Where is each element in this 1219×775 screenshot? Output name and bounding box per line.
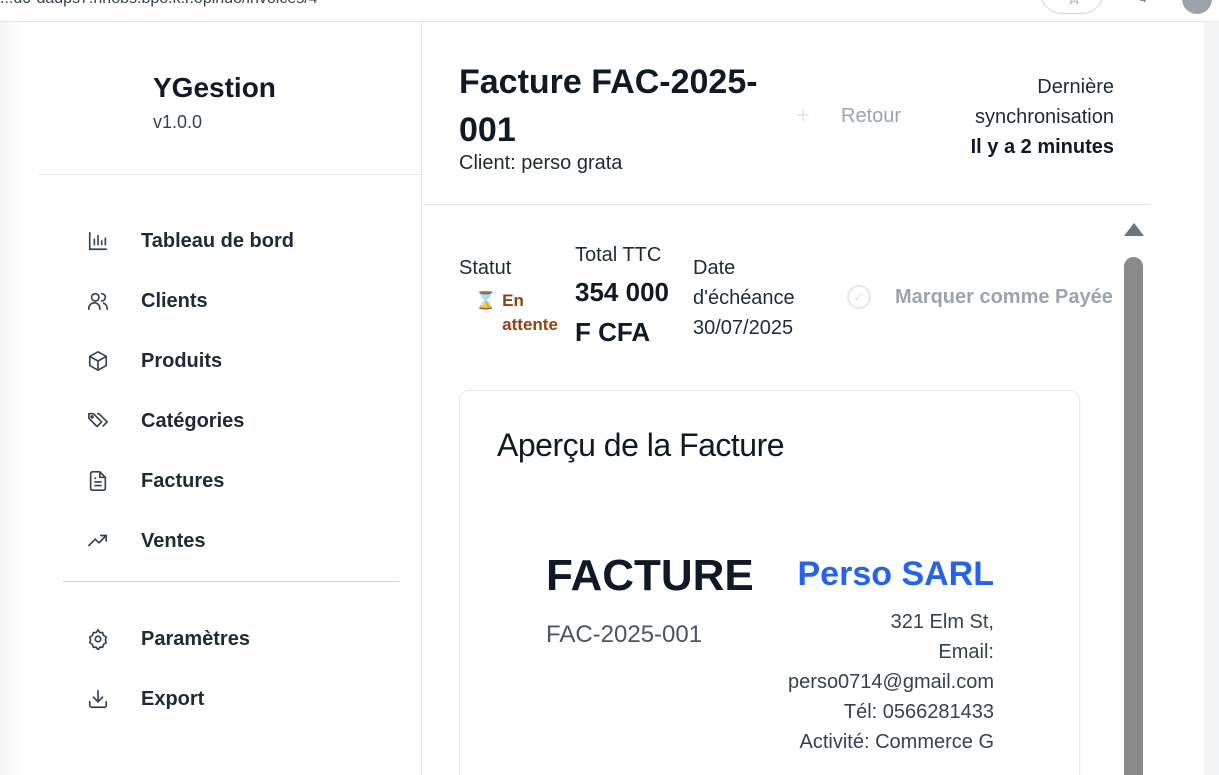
sidebar-item-categories[interactable]: Catégories xyxy=(86,406,244,436)
sidebar-item-label: Produits xyxy=(141,349,223,372)
total-value: 354 000 F CFA xyxy=(575,277,669,347)
tags-icon xyxy=(86,409,110,433)
scrollbar[interactable] xyxy=(1116,205,1151,775)
status-summary: Statut ⌛ En attente xyxy=(459,253,572,337)
profile-avatar[interactable] xyxy=(1182,0,1212,14)
sidebar-item-factures[interactable]: Factures xyxy=(86,466,224,496)
check-circle-icon: ✓ xyxy=(847,285,871,309)
bookmark-star-icon[interactable]: ☆ xyxy=(1066,0,1082,9)
sync-time: Il y a 2 minutes xyxy=(970,136,1114,158)
invoice-heading: FACTURE xyxy=(546,551,754,600)
scroll-up-arrow-icon[interactable] xyxy=(1124,223,1144,236)
sidebar-divider xyxy=(63,581,399,582)
status-badge: ⌛ En attente xyxy=(459,289,572,337)
due-value: 30/07/2025 xyxy=(693,317,794,339)
sidebar-item-label: Export xyxy=(141,687,205,710)
sync-status: Dernière synchronisation Il y a 2 minute… xyxy=(971,72,1114,162)
box-icon xyxy=(86,349,110,373)
company-activity: Activité: Commerce G xyxy=(799,731,994,753)
sidebar-item-label: Tableau de bord xyxy=(141,229,294,252)
company-email: perso0714@gmail.com xyxy=(788,671,994,693)
sidebar-item-label: Paramètres xyxy=(141,627,250,650)
sync-label: synchronisation xyxy=(975,106,1114,128)
sidebar-item-label: Factures xyxy=(141,469,225,492)
sync-label: Dernière xyxy=(1037,76,1114,98)
bar-chart-icon xyxy=(86,229,110,253)
total-summary: Total TTC 354 000 F CFA xyxy=(575,240,685,352)
sidebar-item-label: Clients xyxy=(141,289,208,312)
users-icon xyxy=(86,289,110,313)
page-title: Facture FAC-2025-001 xyxy=(459,63,758,149)
sidebar-item-label: Ventes xyxy=(141,529,206,552)
back-button-label: Retour xyxy=(841,104,902,127)
sidebar-item-ventes[interactable]: Ventes xyxy=(86,526,205,556)
sidebar-item-tableau-de-bord[interactable]: Tableau de bord xyxy=(86,226,294,256)
brand: YGestion v1.0.0 xyxy=(153,72,276,133)
company-phone: Tél: 0566281433 xyxy=(843,701,994,723)
app-name: YGestion xyxy=(153,72,276,103)
main-content: Statut ⌛ En attente Total TTC 354 000 F … xyxy=(423,205,1151,775)
company-name: Perso SARL xyxy=(797,555,995,593)
status-value: En attente xyxy=(502,291,558,334)
download-icon xyxy=(86,687,110,711)
page-gutter xyxy=(0,22,22,775)
sidebar-divider xyxy=(39,174,422,175)
address-bar-url[interactable]: ...d0-dadps7.nhobs.bpo.k.r.opinuo/invoic… xyxy=(0,0,318,8)
sidebar-item-produits[interactable]: Produits xyxy=(86,346,222,376)
sidebar: YGestion v1.0.0 Tableau de bord Clients … xyxy=(22,22,422,775)
app-version: v1.0.0 xyxy=(153,112,203,132)
file-text-icon xyxy=(86,469,110,493)
extensions-icon[interactable]: ✎ xyxy=(1134,0,1147,8)
hourglass-icon: ⌛ xyxy=(475,291,497,310)
company-info: 321 Elm St, Email: perso0714@gmail.com T… xyxy=(788,607,994,757)
trending-up-icon xyxy=(86,529,110,553)
due-date-summary: Date d'échéance 30/07/2025 xyxy=(693,253,813,343)
mark-paid-label: Marquer comme Payée xyxy=(895,285,1113,308)
gear-icon xyxy=(86,627,110,651)
invoice-preview-card: Aperçu de la Facture FACTURE FAC-2025-00… xyxy=(459,390,1080,775)
browser-toolbar: ...d0-dadps7.nhobs.bpo.k.r.opinuo/invoic… xyxy=(0,0,1219,22)
preview-title: Aperçu de la Facture xyxy=(497,427,785,463)
invoice-number: FAC-2025-001 xyxy=(546,621,703,648)
sidebar-item-parametres[interactable]: Paramètres xyxy=(86,624,250,654)
mark-paid-button[interactable]: ✓ Marquer comme Payée xyxy=(847,285,1113,309)
scrollbar-thumb[interactable] xyxy=(1124,257,1143,775)
sidebar-item-clients[interactable]: Clients xyxy=(86,286,208,316)
page-header: Facture FAC-2025-001 Client: perso grata… xyxy=(423,22,1151,205)
company-email-label: Email: xyxy=(938,641,994,663)
status-label: Statut xyxy=(459,257,512,279)
window-edge xyxy=(1204,22,1219,775)
back-button[interactable]: + Retour xyxy=(791,102,901,130)
plus-icon: + xyxy=(795,102,810,129)
sidebar-item-label: Catégories xyxy=(141,409,245,432)
client-name: Client: perso grata xyxy=(459,152,623,174)
total-label: Total TTC xyxy=(575,244,662,266)
company-address: 321 Elm St, xyxy=(890,611,994,633)
sidebar-item-export[interactable]: Export xyxy=(86,684,204,714)
due-label: Date d'échéance xyxy=(693,257,795,309)
